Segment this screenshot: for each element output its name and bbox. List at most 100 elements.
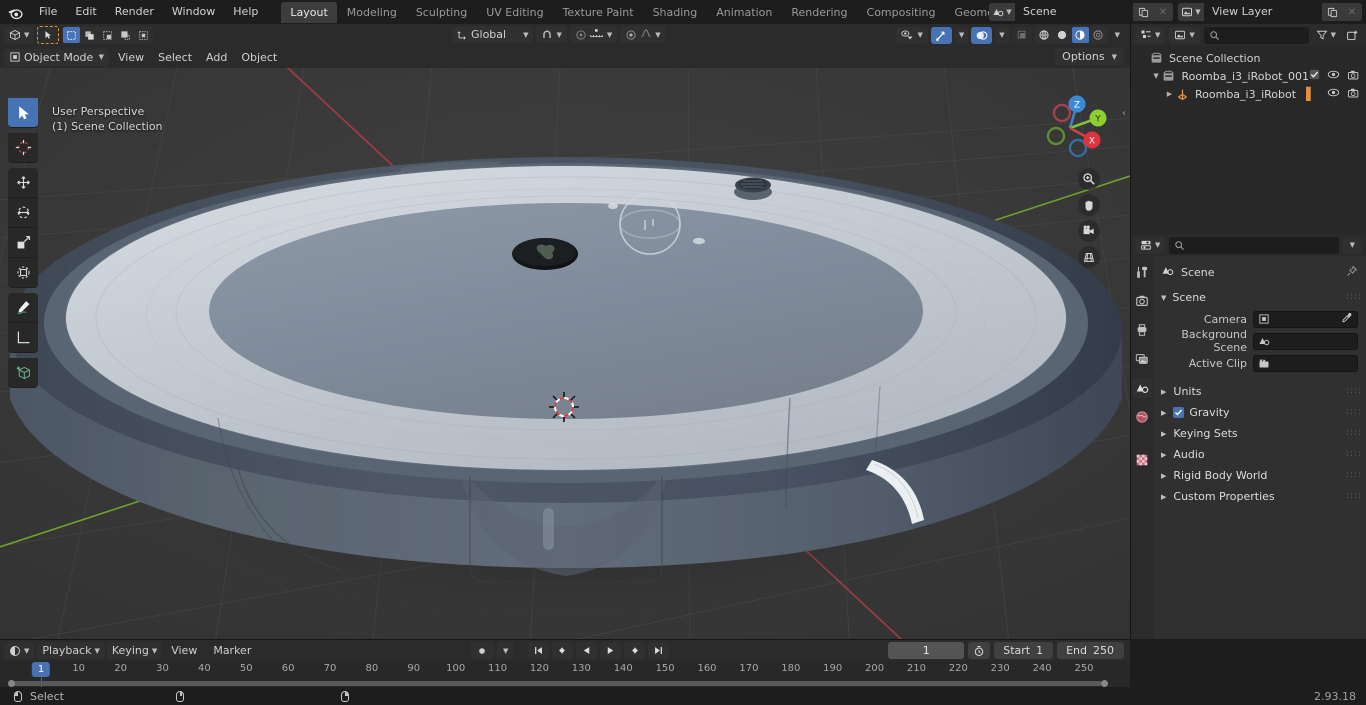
- pan-hand-icon[interactable]: [1078, 194, 1100, 216]
- auto-keying-record-icon[interactable]: [470, 642, 494, 659]
- timeline-playhead[interactable]: 1: [31, 662, 51, 677]
- workspace-tab-rendering[interactable]: Rendering: [782, 2, 856, 23]
- subpanel-custom-properties[interactable]: ▶ Custom Properties::::: [1153, 486, 1366, 507]
- select-difference-icon[interactable]: [117, 27, 135, 43]
- viewport-canvas[interactable]: User Perspective (1) Scene Collection X …: [0, 68, 1130, 639]
- sidebar-open-arrow[interactable]: ‹: [1122, 108, 1130, 124]
- visibility-filter-icon[interactable]: ▼: [896, 26, 928, 44]
- rotate-tool[interactable]: [8, 198, 38, 228]
- remove-view-layer-button[interactable]: ✕: [1342, 3, 1362, 21]
- properties-editor[interactable]: ▼ ▼ Scene ▼ Scene:::: Camera Background…: [1130, 234, 1366, 639]
- disable-in-renders-icon[interactable]: [1347, 69, 1360, 84]
- subpanel-checkbox[interactable]: [1173, 407, 1185, 418]
- outliner-row[interactable]: ▶ Roomba_i3_iRobot ▌: [1131, 85, 1366, 103]
- tool-tab[interactable]: [1132, 262, 1152, 282]
- new-scene-button[interactable]: [1133, 3, 1153, 21]
- select-subtract-icon[interactable]: [99, 27, 117, 43]
- menu-window[interactable]: Window: [163, 2, 224, 22]
- menu-file[interactable]: File: [30, 2, 66, 22]
- shading-wireframe-icon[interactable]: [1035, 27, 1053, 43]
- scene-selector[interactable]: ▼ Scene ✕: [989, 3, 1173, 21]
- menu-help[interactable]: Help: [224, 2, 267, 22]
- 3d-viewport[interactable]: ▼ Global ▼ ▼ ▼ ▼ ▼ ▼ ▼ ▼ Object Mode ▼ V…: [0, 24, 1130, 639]
- unlink-scene-button[interactable]: ✕: [1153, 3, 1173, 21]
- subpanel-rigid-body-world[interactable]: ▶ Rigid Body World::::: [1153, 465, 1366, 486]
- properties-search-input[interactable]: [1169, 236, 1339, 254]
- scene-tab[interactable]: [1132, 378, 1152, 398]
- render-tab[interactable]: [1132, 291, 1152, 311]
- timeline-menu-playback[interactable]: Playback ▼: [37, 642, 105, 659]
- timeline-editor-icon[interactable]: ▼: [4, 642, 35, 659]
- exclude-checkbox[interactable]: [1309, 69, 1320, 83]
- use-preview-range-icon[interactable]: [968, 642, 991, 659]
- properties-editor-icon[interactable]: ▼: [1135, 236, 1166, 254]
- workspace-tab-uv-editing[interactable]: UV Editing: [477, 2, 552, 23]
- shading-material-preview-icon[interactable]: [1071, 27, 1089, 43]
- properties-options-dropdown[interactable]: ▼: [1342, 236, 1362, 254]
- viewport-menu-select[interactable]: Select: [151, 49, 199, 66]
- end-frame-field[interactable]: End 250: [1057, 642, 1124, 659]
- workspace-tab-compositing[interactable]: Compositing: [858, 2, 945, 23]
- current-frame-field[interactable]: 1: [888, 642, 965, 659]
- move-tool[interactable]: [8, 168, 38, 198]
- workspace-tab-animation[interactable]: Animation: [707, 2, 781, 23]
- timeline-menu-marker[interactable]: Marker: [206, 642, 258, 659]
- select-extend-icon[interactable]: [81, 27, 99, 43]
- add-cube-tool[interactable]: [8, 358, 38, 388]
- scene-panel-header[interactable]: ▼ Scene ::::: [1153, 288, 1366, 307]
- overlays-toggle[interactable]: [971, 26, 993, 44]
- menu-render[interactable]: Render: [106, 2, 163, 22]
- proportional-falloff-group[interactable]: ▼: [620, 26, 666, 43]
- background-scene-field[interactable]: [1253, 332, 1358, 350]
- scene-name[interactable]: Scene: [1015, 3, 1133, 21]
- eyedropper-icon[interactable]: [1341, 312, 1353, 327]
- select-intersect-icon[interactable]: [135, 27, 153, 43]
- subpanel-keying-sets[interactable]: ▶ Keying Sets::::: [1153, 423, 1366, 444]
- jump-next-keyframe-button[interactable]: [624, 642, 646, 659]
- camera-view-icon[interactable]: [1078, 220, 1100, 242]
- viewport-menu-view[interactable]: View: [111, 49, 151, 66]
- viewport-menu-add[interactable]: Add: [199, 49, 234, 66]
- texture-tab[interactable]: [1132, 450, 1152, 470]
- scroll-knob-left[interactable]: [8, 680, 15, 687]
- subpanel-audio[interactable]: ▶ Audio::::: [1153, 444, 1366, 465]
- jump-to-start-button[interactable]: [528, 642, 550, 659]
- view-layer-name[interactable]: View Layer: [1204, 3, 1322, 21]
- jump-prev-keyframe-button[interactable]: [552, 642, 574, 659]
- view-layer-icon[interactable]: ▼: [1178, 3, 1204, 21]
- auto-keying-dropdown[interactable]: ▼: [497, 642, 515, 659]
- shading-solid-icon[interactable]: [1053, 27, 1071, 43]
- view-layer-selector[interactable]: ▼ View Layer ✕: [1178, 3, 1362, 21]
- timeline-editor[interactable]: ▼ Playback ▼ Keying ▼ View Marker ▼ 1 St…: [0, 639, 1130, 705]
- shading-rendered-icon[interactable]: [1089, 27, 1107, 43]
- new-view-layer-button[interactable]: [1322, 3, 1342, 21]
- annotate-tool[interactable]: [8, 293, 38, 323]
- subpanel-units[interactable]: ▶ Units::::: [1153, 381, 1366, 402]
- outliner-display-mode-icon[interactable]: ▼: [1135, 26, 1166, 44]
- start-frame-field[interactable]: Start 1: [994, 642, 1054, 659]
- subpanel-gravity[interactable]: ▶ Gravity::::: [1153, 402, 1366, 423]
- disable-in-renders-icon[interactable]: [1347, 87, 1360, 102]
- chevron-right-icon[interactable]: ▶: [1163, 90, 1176, 98]
- workspace-tab-modeling[interactable]: Modeling: [338, 2, 406, 23]
- tweak-tool-indicator[interactable]: [37, 26, 60, 44]
- proportional-editing-group[interactable]: ▼: [569, 26, 618, 43]
- outliner-editor[interactable]: ▼ ▼ ▼ Scene Collection ▼ Roomba_i3_iRobot_…: [1130, 24, 1366, 234]
- workspace-tab-sculpting[interactable]: Sculpting: [407, 2, 476, 23]
- transform-tool[interactable]: [8, 258, 38, 288]
- outliner-row[interactable]: Scene Collection: [1131, 49, 1366, 67]
- timeline-ruler[interactable]: 10 20 30 40 50 60 70 80 90 100 110 120 130 140 150 160 1…: [0, 661, 1130, 705]
- measure-tool[interactable]: [8, 323, 38, 353]
- hide-in-viewport-icon[interactable]: [1327, 69, 1340, 83]
- cursor-tool[interactable]: [8, 133, 38, 163]
- timeline-menu-keying[interactable]: Keying ▼: [106, 642, 163, 659]
- transform-orientation-selector[interactable]: Global ▼: [452, 26, 534, 43]
- zoom-icon[interactable]: [1078, 168, 1100, 190]
- workspace-tab-layout[interactable]: Layout: [281, 1, 337, 23]
- play-button[interactable]: [600, 642, 622, 659]
- chevron-down-icon[interactable]: ▼: [1150, 72, 1163, 80]
- scroll-knob-right[interactable]: [1101, 680, 1108, 687]
- snap-toggle[interactable]: ▼: [536, 26, 567, 43]
- toggle-ortho-icon[interactable]: [1078, 246, 1100, 268]
- camera-field[interactable]: [1253, 310, 1358, 328]
